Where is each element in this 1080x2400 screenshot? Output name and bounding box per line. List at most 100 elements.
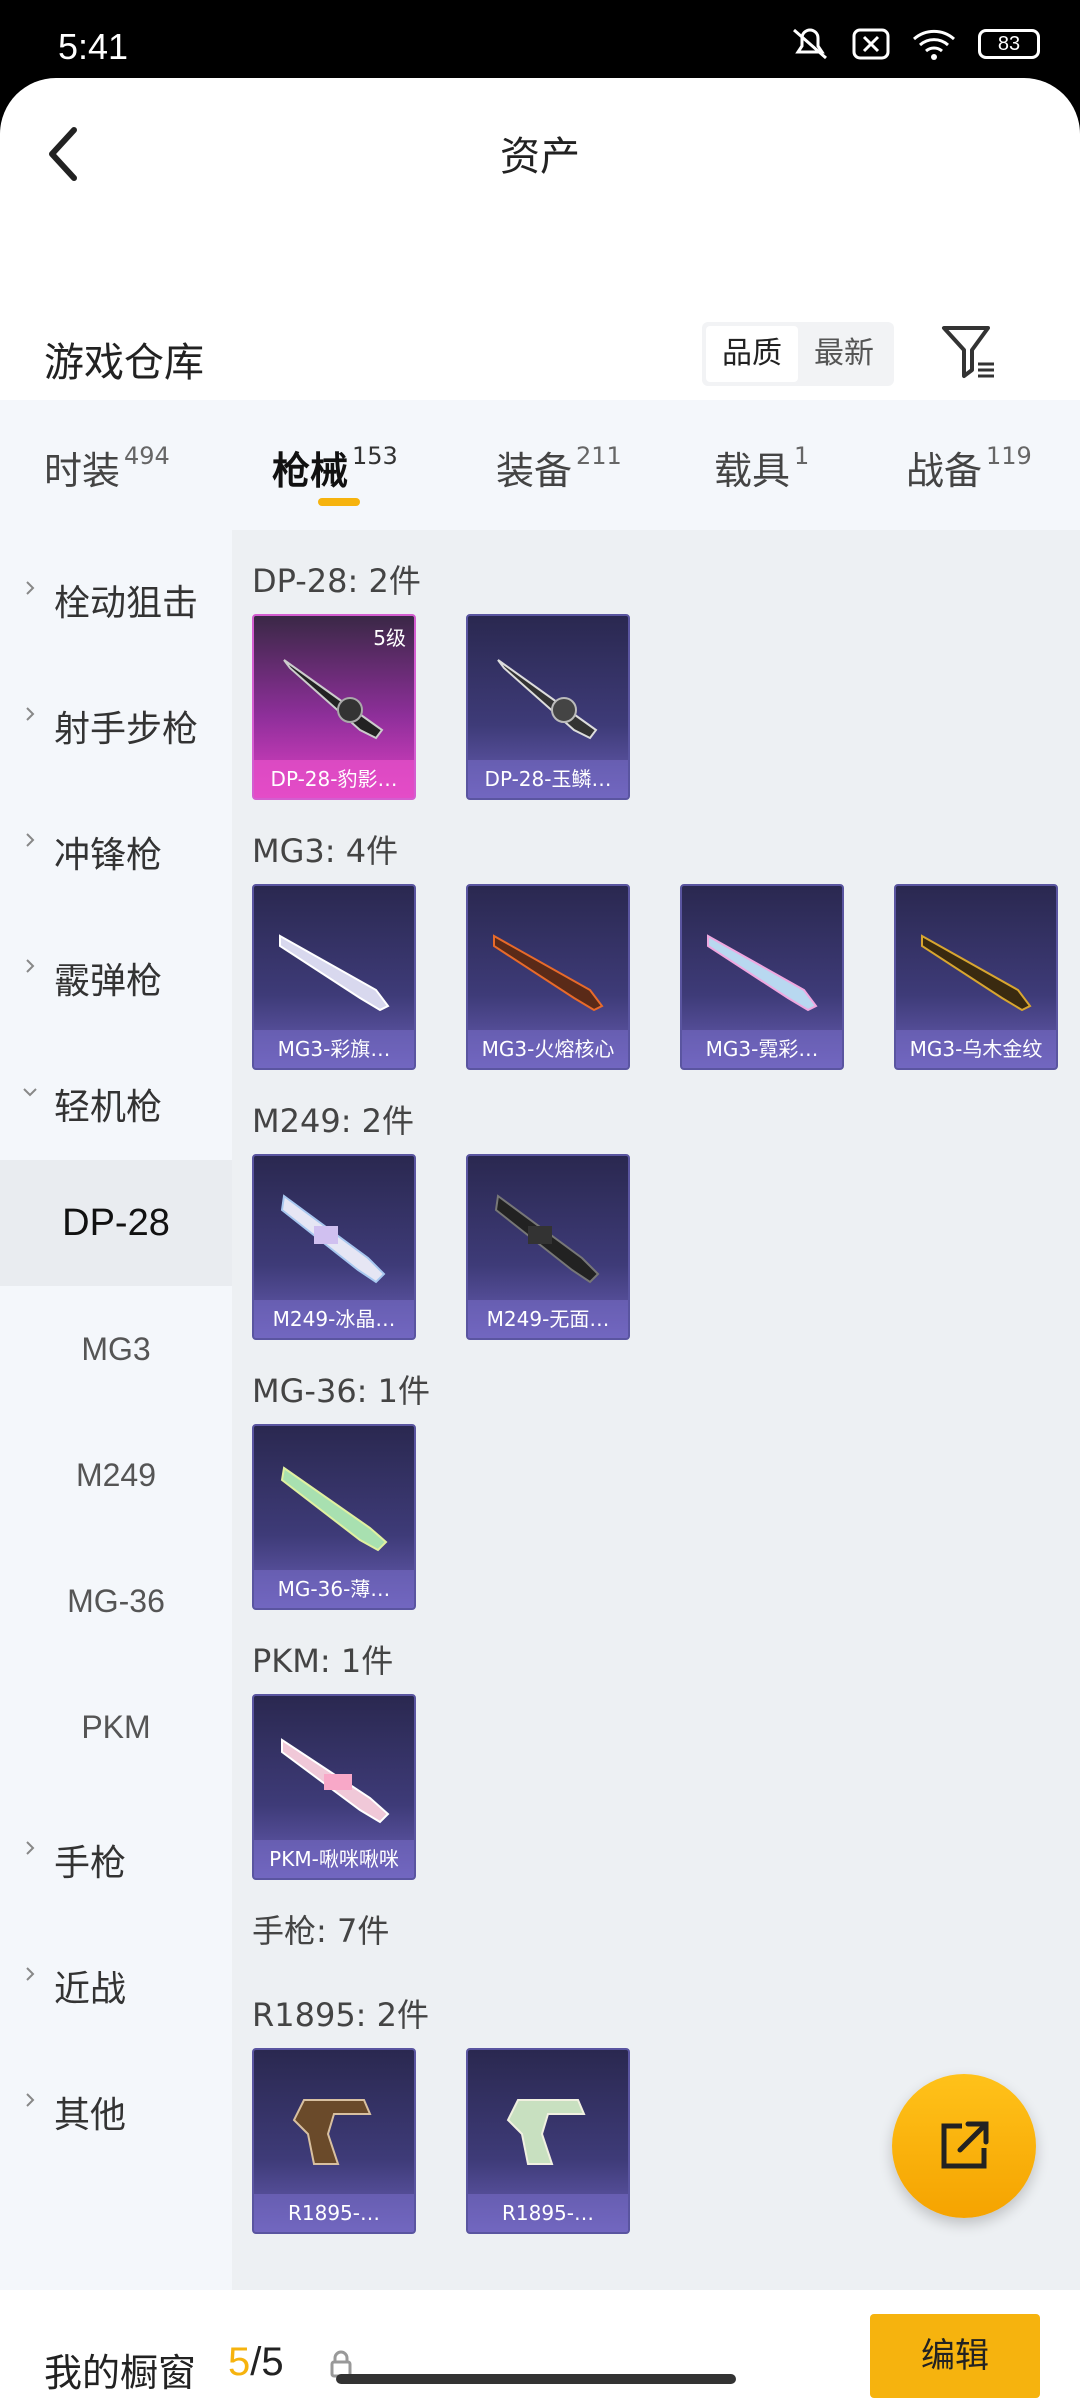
tab-costume[interactable]: 时装 494: [44, 440, 170, 495]
gun-icon: [707, 934, 818, 1012]
chevron-right-icon: [26, 707, 35, 721]
sidebar-item-label: 轻机枪: [54, 1087, 163, 1128]
showcase-label: 我的橱窗: [44, 2351, 197, 2395]
item-name: MG3-霓彩…: [682, 1030, 842, 1068]
external-link-icon: [941, 2121, 989, 2169]
status-icons: 83: [790, 26, 1040, 62]
tab-weapons-count: 153: [352, 442, 398, 470]
chevron-right-icon: [26, 581, 35, 595]
item-card[interactable]: R1895-…: [252, 2048, 416, 2234]
showcase-count-total: /5: [250, 2340, 284, 2384]
group-title: R1895: 2件: [252, 1996, 429, 2034]
tab-gear[interactable]: 战备 119: [906, 440, 1032, 495]
item-card[interactable]: MG3-火熔核心: [466, 884, 630, 1070]
item-name: PKM-啾咪啾咪: [254, 1840, 414, 1878]
sort-toggle: 品质 最新: [702, 322, 894, 386]
sidebar-item-label: 近战: [54, 1969, 127, 2010]
item-name: R1895-…: [254, 2194, 414, 2232]
sidebar: 栓动狙击 射手步枪 冲锋枪 霰弹枪 轻机枪 DP-28 MG3 M249 MG-…: [0, 530, 232, 2290]
sidebar-sub-mg3[interactable]: MG3: [0, 1286, 232, 1412]
gun-icon: [280, 1194, 386, 1284]
item-card[interactable]: MG3-乌木金纹: [894, 884, 1058, 1070]
chevron-down-icon: [23, 1088, 37, 1097]
sidebar-item-bolt-sniper[interactable]: 栓动狙击: [0, 530, 232, 656]
tab-weapons[interactable]: 枪械 153: [272, 440, 398, 495]
warehouse-header: 游戏仓库 品质 最新: [0, 298, 1080, 398]
sidebar-item-pistol[interactable]: 手枪: [0, 1790, 232, 1916]
sidebar-sub-mg36[interactable]: MG-36: [0, 1538, 232, 1664]
item-card[interactable]: R1895-…: [466, 2048, 630, 2234]
revolver-icon: [292, 2099, 372, 2165]
group-title: PKM: 1件: [252, 1642, 394, 1680]
page-title: 资产: [500, 134, 580, 180]
category-tabs: 时装 494 枪械 153 装备 211 载具 1 战备 119: [0, 400, 1080, 530]
sidebar-sub-m249[interactable]: M249: [0, 1412, 232, 1538]
gun-icon: [281, 1738, 390, 1824]
app-screen: 资产 游戏仓库 品质 最新 时装 494 枪械 153 装备 211 载具 1 战备 11…: [0, 78, 1080, 2400]
item-card[interactable]: MG3-霓彩…: [680, 884, 844, 1070]
tab-gear-label: 战备: [906, 449, 983, 493]
sidebar-sub-pkm[interactable]: PKM: [0, 1664, 232, 1790]
home-indicator[interactable]: [336, 2374, 736, 2384]
sidebar-item-melee[interactable]: 近战: [0, 1916, 232, 2042]
chevron-right-icon: [26, 833, 35, 847]
item-card[interactable]: M249-冰晶…: [252, 1154, 416, 1340]
item-name: M249-冰晶…: [254, 1300, 414, 1338]
filter-button[interactable]: [938, 320, 1000, 382]
filter-icon: [942, 326, 994, 378]
chevron-right-icon: [26, 1841, 35, 1855]
section-title: 手枪: 7件: [252, 1912, 390, 1950]
item-name: DP-28-玉鳞…: [468, 760, 628, 798]
sidebar-item-label: 冲锋枪: [54, 835, 163, 876]
tab-gear-count: 119: [986, 442, 1032, 470]
gun-icon: [283, 659, 384, 740]
mute-icon: [793, 28, 827, 60]
warehouse-title: 游戏仓库: [44, 340, 204, 386]
edit-button[interactable]: 编辑: [870, 2314, 1040, 2398]
gun-icon: [279, 934, 390, 1012]
group-title: M249: 2件: [252, 1102, 415, 1140]
gun-icon: [921, 934, 1032, 1012]
item-name: M249-无面…: [468, 1300, 628, 1338]
chevron-right-icon: [26, 959, 35, 973]
item-name: MG3-火熔核心: [468, 1030, 628, 1068]
sidebar-item-marksman[interactable]: 射手步枪: [0, 656, 232, 782]
sort-newest-option[interactable]: 最新: [798, 326, 890, 382]
share-fab[interactable]: [892, 2074, 1036, 2218]
tab-vehicles-label: 载具: [714, 449, 791, 493]
group-title: MG3: 4件: [252, 832, 399, 870]
status-time: 5:41: [58, 26, 129, 67]
revolver-icon: [506, 2099, 586, 2165]
sidebar-item-label: 其他: [54, 2095, 127, 2136]
gun-icon: [494, 1194, 600, 1284]
item-card[interactable]: MG3-彩旗…: [252, 884, 416, 1070]
tab-equipment[interactable]: 装备 211: [496, 440, 622, 495]
gun-icon: [280, 1466, 388, 1552]
sidebar-item-label: 射手步枪: [54, 709, 199, 750]
item-grid: DP-28: 2件 5级 DP-28-豹影… DP-28-玉鳞… MG3: 4件…: [232, 530, 1080, 2290]
item-card[interactable]: M249-无面…: [466, 1154, 630, 1340]
item-card[interactable]: DP-28-玉鳞…: [466, 614, 630, 800]
item-card[interactable]: PKM-啾咪啾咪: [252, 1694, 416, 1880]
tab-costume-label: 时装: [44, 449, 121, 493]
sort-quality-option[interactable]: 品质: [706, 326, 798, 382]
chevron-right-icon: [26, 1967, 35, 1981]
item-name: R1895-…: [468, 2194, 628, 2232]
tab-weapons-label: 枪械: [272, 449, 349, 493]
gun-icon: [497, 659, 598, 740]
top-bar: 资产: [0, 78, 1080, 228]
sidebar-item-smg[interactable]: 冲锋枪: [0, 782, 232, 908]
tab-vehicles-count: 1: [794, 442, 810, 470]
sidebar-sub-dp28[interactable]: DP-28: [0, 1160, 232, 1286]
item-name: MG3-彩旗…: [254, 1030, 414, 1068]
item-name: MG3-乌木金纹: [896, 1030, 1056, 1068]
sidebar-item-other[interactable]: 其他: [0, 2042, 232, 2168]
sidebar-item-shotgun[interactable]: 霰弹枪: [0, 908, 232, 1034]
sidebar-item-lmg[interactable]: 轻机枪: [0, 1034, 232, 1160]
group-title: DP-28: 2件: [252, 562, 421, 600]
sidebar-item-label: 霰弹枪: [54, 961, 163, 1002]
item-card[interactable]: MG-36-薄…: [252, 1424, 416, 1610]
tab-vehicles[interactable]: 载具 1: [714, 440, 809, 495]
item-card[interactable]: 5级 DP-28-豹影…: [252, 614, 416, 800]
tab-costume-count: 494: [124, 442, 170, 470]
